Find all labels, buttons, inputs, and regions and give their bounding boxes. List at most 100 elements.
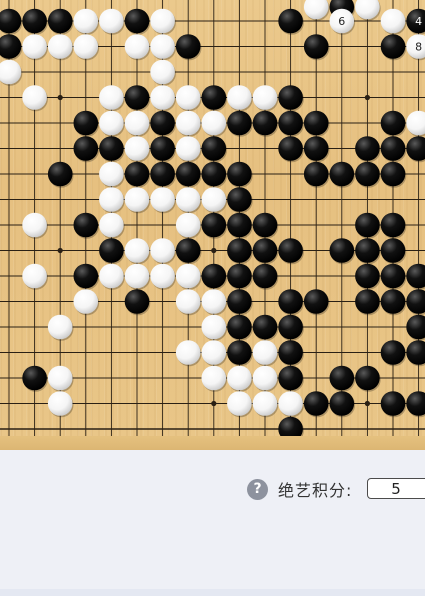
white-stone [99, 263, 125, 290]
black-stone [355, 289, 381, 316]
black-stone [278, 238, 304, 265]
white-stone [150, 8, 176, 35]
black-stone [278, 8, 304, 35]
black-stone [47, 8, 74, 35]
white-stone: 8 [406, 34, 425, 61]
black-stone [201, 212, 228, 239]
black-stone [0, 34, 23, 61]
black-stone [406, 391, 425, 418]
black-stone [201, 136, 228, 163]
white-stone [227, 365, 253, 392]
black-stone [380, 340, 407, 367]
white-stone [150, 85, 176, 112]
black-stone [303, 110, 330, 137]
black-stone [380, 238, 407, 265]
black-stone [227, 289, 253, 316]
black-stone [303, 34, 330, 61]
white-stone [175, 340, 202, 367]
black-stone [329, 391, 356, 418]
black-stone [0, 8, 23, 35]
black-stone [99, 238, 125, 265]
white-stone [150, 59, 176, 86]
white-stone [175, 263, 202, 290]
black-stone [73, 263, 100, 290]
black-stone [303, 136, 330, 163]
black-stone [252, 110, 279, 137]
white-stone [380, 8, 407, 35]
black-stone [406, 314, 425, 341]
black-stone [47, 161, 74, 188]
white-stone [201, 365, 228, 392]
black-stone [252, 238, 279, 265]
black-stone [380, 161, 407, 188]
white-stone [124, 187, 151, 214]
white-stone [124, 136, 151, 163]
white-stone [201, 289, 228, 316]
black-stone [355, 136, 381, 163]
black-stone [380, 136, 407, 163]
star-point [364, 94, 370, 101]
score-label: 绝艺积分: [278, 481, 353, 500]
black-stone [355, 161, 381, 188]
black-stone [150, 161, 176, 188]
white-stone [175, 85, 202, 112]
black-stone [278, 110, 304, 137]
question-circle-icon[interactable]: ? [247, 478, 268, 500]
black-stone [175, 34, 202, 61]
black-stone [227, 314, 253, 341]
black-stone [380, 34, 407, 61]
star-point [364, 400, 370, 407]
black-stone [201, 263, 228, 290]
white-stone [124, 34, 151, 61]
black-stone [278, 136, 304, 163]
black-stone [278, 340, 304, 367]
white-stone [278, 391, 304, 418]
black-stone [73, 136, 100, 163]
white-stone [124, 238, 151, 265]
go-board[interactable]: 6 4 8 [0, 0, 425, 450]
white-stone [99, 8, 125, 35]
white-stone [22, 263, 48, 290]
white-stone [124, 263, 151, 290]
white-stone [150, 34, 176, 61]
info-panel [0, 450, 425, 596]
board-grid[interactable]: 6 4 8 [0, 0, 425, 450]
black-stone [380, 263, 407, 290]
white-stone [124, 110, 151, 137]
white-stone [73, 34, 100, 61]
white-stone [99, 187, 125, 214]
white-stone [22, 85, 48, 112]
black-stone [278, 314, 304, 341]
black-stone [73, 212, 100, 239]
black-stone [278, 85, 304, 112]
black-stone [252, 212, 279, 239]
black-stone [227, 263, 253, 290]
black-stone [329, 238, 356, 265]
black-stone: 4 [406, 8, 425, 35]
white-stone [406, 110, 425, 137]
white-stone [47, 365, 74, 392]
score-field[interactable]: 5 [367, 478, 425, 499]
white-stone [252, 365, 279, 392]
black-stone [73, 110, 100, 137]
black-stone [278, 365, 304, 392]
black-stone [22, 8, 48, 35]
black-stone [124, 85, 151, 112]
star-point [211, 400, 217, 407]
white-stone [201, 340, 228, 367]
black-stone [380, 391, 407, 418]
black-stone [303, 289, 330, 316]
black-stone [124, 8, 151, 35]
black-stone [252, 314, 279, 341]
star-point [57, 94, 63, 101]
black-stone [175, 238, 202, 265]
white-stone [201, 187, 228, 214]
white-stone [150, 263, 176, 290]
board-bottom-edge [0, 436, 425, 450]
white-stone [175, 212, 202, 239]
move-number: 8 [415, 41, 422, 54]
black-stone [227, 238, 253, 265]
black-stone [406, 340, 425, 367]
white-stone [22, 212, 48, 239]
white-stone [252, 391, 279, 418]
